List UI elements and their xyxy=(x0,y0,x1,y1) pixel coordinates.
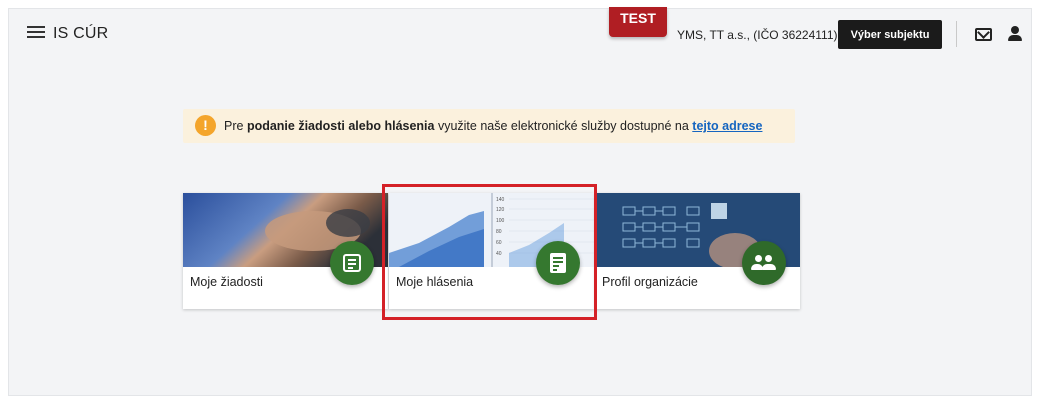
notice-link[interactable]: tejto adrese xyxy=(692,119,762,133)
info-icon: ! xyxy=(195,115,216,136)
selection-highlight xyxy=(382,184,597,320)
app-window: IS CÚR TEST YMS, TT a.s., (IČO 36224111)… xyxy=(8,7,1032,396)
env-badge: TEST xyxy=(609,7,667,37)
document-icon xyxy=(330,241,374,285)
app-title: IS CÚR xyxy=(53,25,109,42)
select-subject-button[interactable]: Výber subjektu xyxy=(838,20,942,49)
info-notice: ! Pre podanie žiadosti alebo hlásenia vy… xyxy=(183,109,795,143)
card-moje-ziadosti[interactable]: Moje žiadosti xyxy=(183,193,388,309)
user-icon[interactable] xyxy=(1007,25,1023,43)
header: IS CÚR TEST YMS, TT a.s., (IČO 36224111)… xyxy=(9,7,1031,61)
card-label: Profil organizácie xyxy=(602,275,698,289)
mail-icon[interactable] xyxy=(975,28,992,41)
card-label: Moje žiadosti xyxy=(190,275,263,289)
menu-icon[interactable] xyxy=(27,26,45,40)
group-icon xyxy=(742,241,786,285)
card-profil-organizacie[interactable]: Profil organizácie xyxy=(595,193,800,309)
notice-text: Pre podanie žiadosti alebo hlásenia využ… xyxy=(224,119,763,133)
header-divider xyxy=(956,21,957,47)
subject-name: YMS, TT a.s., (IČO 36224111) xyxy=(677,28,838,42)
